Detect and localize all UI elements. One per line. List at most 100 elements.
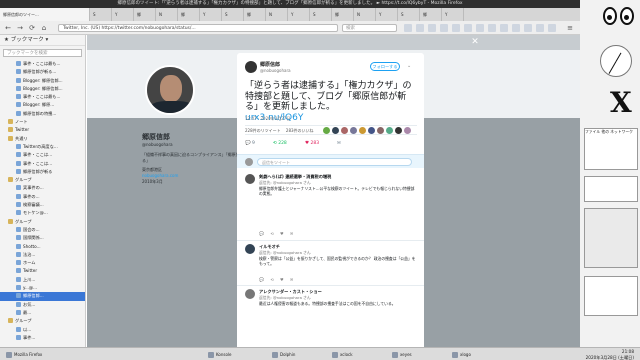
liker-avatar[interactable] [332, 127, 339, 134]
bookmark-item[interactable]: 上川... [0, 276, 85, 284]
extension-icon[interactable] [548, 24, 556, 32]
liker-avatar[interactable] [359, 127, 366, 134]
home-icon[interactable]: ⌂ [40, 24, 48, 32]
tab[interactable]: Y [288, 8, 310, 21]
bookmark-item[interactable]: Blogger: 郷原信郎... [0, 85, 85, 93]
bookmark-item[interactable]: 法治... [0, 251, 85, 259]
profile-avatar[interactable] [145, 65, 195, 115]
tab[interactable]: 郷 [332, 8, 354, 21]
tab[interactable]: Y [200, 8, 222, 21]
liker-avatar[interactable] [368, 127, 375, 134]
liker-avatar[interactable] [341, 127, 348, 134]
sidebar-header[interactable]: ★ ブックマーク ▾ [0, 35, 85, 46]
tab[interactable]: N [354, 8, 376, 21]
tab[interactable]: N [266, 8, 288, 21]
menu-icon[interactable]: ≡ [566, 24, 574, 32]
bookmark-item[interactable]: 国際関係... [0, 234, 85, 242]
bookmark-item[interactable]: 郷原信郎が斬る [0, 168, 85, 176]
taskbar-item-xclock[interactable]: xclock [330, 350, 353, 359]
bookmark-folder[interactable]: Twitter [0, 126, 85, 134]
reply-item[interactable]: 剣劇ヘら(ば) 連続選挙・消費税の増税 返信先: @nobuogohara さん… [237, 171, 424, 241]
tab[interactable]: 郷 [134, 8, 156, 21]
bookmark-item[interactable]: Shotto... [0, 243, 85, 251]
bookmark-item[interactable]: Blogger: 郷原... [0, 101, 85, 109]
bookmark-item[interactable]: 国会の... [0, 226, 85, 234]
bookmark-folder[interactable]: グループ [0, 176, 85, 184]
url-bar[interactable]: Twitter, Inc. (US) https://twitter.com/n… [58, 24, 338, 32]
reload-icon[interactable]: ⟳ [28, 24, 36, 32]
liker-avatar[interactable] [323, 127, 330, 134]
bookmark-item[interactable]: 郷原信郎... [0, 292, 85, 301]
forward-arrow-icon[interactable]: → [16, 24, 24, 32]
extension-icon[interactable] [536, 24, 544, 32]
tweet-author-avatar[interactable] [245, 61, 257, 73]
bookmark-folder[interactable]: グループ [0, 218, 85, 226]
bookmark-folder[interactable]: グループ [0, 317, 85, 325]
extension-icon[interactable] [416, 24, 424, 32]
extension-icon[interactable] [440, 24, 448, 32]
bookmark-folder[interactable]: 共通リ [0, 135, 85, 143]
tab[interactable]: 郷 [178, 8, 200, 21]
taskbar-item-xlogo[interactable]: xlogo [450, 350, 471, 359]
reply-actions[interactable]: 💬 ⟲ ♥ ✉ [259, 277, 293, 282]
extension-icon[interactable] [476, 24, 484, 32]
bookmark-item[interactable]: お気... [0, 301, 85, 309]
bookmark-item[interactable]: 事件... [0, 334, 85, 342]
chevron-down-icon[interactable]: ⌄ [407, 63, 411, 69]
tweet-timestamp[interactable]: 12:47 - 2020年3月27日 [245, 116, 290, 122]
tab[interactable]: S [90, 8, 112, 21]
bookmark-item[interactable]: 検察審議... [0, 201, 85, 209]
tab[interactable]: Y [376, 8, 398, 21]
tab-active[interactable]: 郷原信郎のツイー... [0, 8, 90, 21]
taskbar-item-firefox[interactable]: Mozilla Firefox [4, 350, 42, 359]
extension-icon[interactable] [404, 24, 412, 32]
close-icon[interactable]: ✕ [470, 37, 480, 47]
bookmark-item[interactable]: 郷原信郎が斬る... [0, 68, 85, 76]
taskbar-item-dolphin[interactable]: Dolphin [270, 350, 295, 359]
tab[interactable]: N [156, 8, 178, 21]
bookmark-item[interactable]: 郷原信郎の特捜... [0, 110, 85, 118]
bookmark-item[interactable]: y...@... [0, 284, 85, 292]
extension-icon[interactable] [488, 24, 496, 32]
tab[interactable]: S [398, 8, 420, 21]
tweet-author-name[interactable]: 郷原信郎 [260, 61, 280, 68]
retweet-stat[interactable]: 228件のリツイート [245, 128, 281, 133]
bookmark-item[interactable]: Twitterの高度な... [0, 143, 85, 151]
follow-button[interactable]: フォローする [370, 62, 400, 71]
reply-item[interactable]: イルモオチ 返信先: @nobuogohara さん 検察・警察は「公益」を振り… [237, 241, 424, 286]
system-clock[interactable]: 21:08 2020年3月28日 (土曜日) [582, 349, 634, 360]
liker-avatar[interactable] [377, 127, 384, 134]
reply-input[interactable]: 返信をツイート [257, 158, 412, 166]
bookmark-item[interactable]: 以... [0, 326, 85, 334]
extension-icon[interactable] [428, 24, 436, 32]
search-input[interactable]: 検索 [342, 24, 397, 32]
bookmark-item[interactable]: モトケン@... [0, 209, 85, 217]
taskbar-item-konsole[interactable]: Konsole [206, 350, 232, 359]
reply-actions[interactable]: 💬 ⟲ ♥ ✉ [259, 231, 293, 236]
tab[interactable]: Y [442, 8, 464, 21]
reply-avatar[interactable] [245, 289, 255, 299]
bookmark-item[interactable]: 事件・ここは... [0, 151, 85, 159]
bookmark-item[interactable]: ホーム [0, 259, 85, 267]
tab[interactable]: Y [112, 8, 134, 21]
reply-button[interactable]: 💬 9 [245, 139, 255, 149]
liker-avatar[interactable] [350, 127, 357, 134]
bookmark-item[interactable]: Twitter [0, 267, 85, 275]
bookmark-item[interactable]: 実事件の... [0, 184, 85, 192]
tab[interactable]: 郷 [420, 8, 442, 21]
tab[interactable]: 郷 [244, 8, 266, 21]
bookmark-item[interactable]: 事件の... [0, 193, 85, 201]
extension-icon[interactable] [524, 24, 532, 32]
liker-avatar[interactable] [386, 127, 393, 134]
tweet-author-handle[interactable]: @nobuogohara [260, 68, 291, 73]
bookmark-search-input[interactable]: ブックマークを検索 [3, 49, 82, 57]
bookmark-item[interactable]: Blogger: 郷原信郎... [0, 77, 85, 85]
back-arrow-icon[interactable]: ← [4, 24, 12, 32]
like-stat[interactable]: 283件のいいね [286, 128, 314, 133]
bookmark-item[interactable]: 事件・ここは... [0, 160, 85, 168]
extension-icon[interactable] [452, 24, 460, 32]
dm-icon[interactable]: ✉ [337, 139, 341, 149]
bookmark-item[interactable]: 最... [0, 309, 85, 317]
bookmark-folder[interactable]: ノート [0, 118, 85, 126]
taskbar-item-xeyes[interactable]: xeyes [390, 350, 412, 359]
